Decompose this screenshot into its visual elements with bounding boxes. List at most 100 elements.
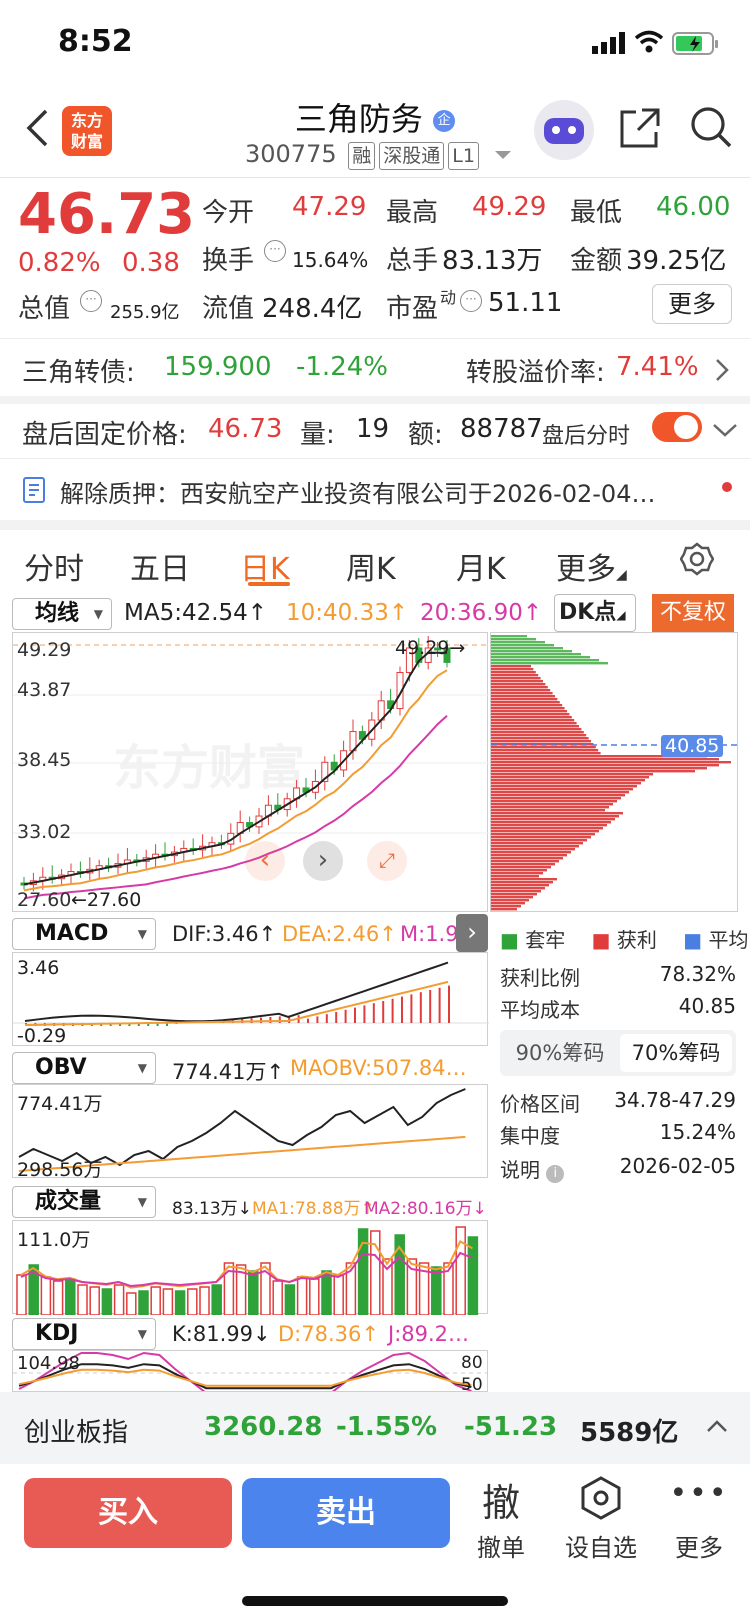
chart-next-icon[interactable]: › — [303, 841, 343, 881]
ma-selector[interactable]: 均线 ▼ — [12, 598, 112, 630]
notice-row[interactable]: 解除质押：西安航空产业投资有限公司于2026-02-04… — [0, 460, 750, 520]
chip-bar — [491, 857, 563, 860]
chip-bar — [491, 785, 637, 788]
y-label: 33.02 — [17, 821, 72, 843]
macd-selector[interactable]: MACD ▼ — [12, 918, 156, 950]
tab-weekly-k[interactable]: 周K — [346, 544, 396, 588]
chip-bar — [491, 719, 575, 722]
share-icon[interactable] — [618, 106, 662, 150]
chip-bar — [491, 908, 517, 911]
macd-bar — [438, 987, 441, 1023]
add-watchlist-button[interactable]: 设自选 — [556, 1472, 646, 1562]
chip-bar — [491, 875, 539, 878]
premium-value: 7.41% — [616, 352, 699, 382]
after-hours-toggle[interactable] — [652, 412, 702, 442]
tag-connect: 深股通 — [379, 142, 445, 170]
chip-bar — [491, 788, 633, 791]
index-name: 创业板指 — [24, 1418, 129, 1448]
float-value: 248.4亿 — [262, 294, 363, 324]
after-hours-timeshare-label: 盘后分时 — [542, 424, 631, 449]
tab-monthly-k[interactable]: 月K — [456, 544, 506, 588]
chip-bar — [491, 662, 608, 665]
chip-bar — [491, 878, 557, 881]
chip-bar — [491, 731, 584, 734]
volume-bar — [162, 1288, 174, 1315]
caret-down-icon — [494, 151, 511, 159]
divider — [0, 338, 750, 339]
last-price: 46.73 — [18, 182, 196, 247]
chip-bar — [491, 824, 607, 827]
volume-bar — [272, 1280, 283, 1315]
no-adjust-button[interactable]: 不复权 — [652, 594, 734, 632]
volume-chart[interactable]: 111.0万 — [12, 1220, 488, 1315]
sell-button[interactable]: 卖出 — [242, 1478, 450, 1548]
more-quote-button[interactable]: 更多 — [652, 284, 732, 324]
volume-bar — [296, 1276, 308, 1315]
chip-bar — [491, 890, 541, 893]
tab-five-day[interactable]: 五日 — [130, 544, 190, 588]
avg-cost-value: 40.85 — [678, 994, 736, 1018]
chevron-up-icon[interactable] — [706, 1418, 728, 1434]
unread-dot — [722, 482, 732, 492]
chip-bar — [491, 830, 599, 833]
info-dots-icon[interactable]: ··· — [264, 240, 286, 262]
collapse-chevron-right-icon[interactable]: › — [456, 914, 488, 952]
kdj-d-line — [18, 1368, 472, 1387]
search-icon[interactable] — [688, 104, 734, 150]
macd-chart[interactable]: 3.46 -0.29 — [12, 952, 489, 1047]
float-value-label: 流值 — [202, 294, 255, 324]
chip-bar — [491, 851, 571, 854]
index-ticker-bar[interactable]: 创业板指 3260.28 -1.55% -51.23 5589亿 — [0, 1392, 750, 1464]
change-amount: 0.38 — [122, 248, 180, 278]
macd-bar — [278, 1016, 281, 1023]
chip-distribution-chart[interactable]: 40.85 — [490, 632, 739, 912]
kdj-selector[interactable]: KDJ ▼ — [12, 1318, 156, 1350]
macd-svg — [13, 961, 489, 1026]
chip-bar — [491, 797, 621, 800]
chip-bar — [491, 722, 577, 725]
obv-selector[interactable]: OBV ▼ — [12, 1052, 156, 1084]
chart-prev-icon[interactable]: ‹ — [245, 841, 285, 881]
bond-change: -1.24% — [296, 352, 388, 382]
after-hours-amt-label: 额: — [408, 420, 443, 450]
chip-bar — [491, 704, 563, 707]
chip-bar — [491, 806, 609, 809]
dk-point-selector[interactable]: DK点◢ — [554, 594, 636, 632]
chip-bar — [491, 764, 719, 767]
chevron-down-icon[interactable] — [712, 422, 738, 438]
y-label: 38.45 — [17, 749, 72, 771]
avg-cost-tag: 40.85 — [661, 735, 724, 757]
buy-button[interactable]: 买入 — [24, 1478, 232, 1548]
chart-expand-icon[interactable]: ⤢ — [367, 841, 407, 881]
chip-bar — [491, 821, 611, 824]
tab-more[interactable]: 更多◢ — [556, 544, 627, 588]
robot-avatar-icon[interactable] — [534, 100, 594, 160]
stock-code-row[interactable]: 300775 融深股通 L1 — [245, 140, 511, 170]
volume-selector[interactable]: 成交量 ▼ — [12, 1186, 156, 1218]
obv-chart[interactable]: 774.41万 298.56万 — [12, 1084, 488, 1181]
macd-bar — [382, 1001, 385, 1023]
chip-bar — [491, 872, 543, 875]
premium-label: 转股溢价率: — [466, 358, 605, 388]
tab-chip-70[interactable]: 70%筹码 — [620, 1034, 732, 1072]
volume-bar — [431, 1266, 442, 1315]
volume-bar — [113, 1284, 125, 1315]
tab-timeshare[interactable]: 分时 — [24, 544, 84, 588]
kdj-80-label: 80 — [461, 1353, 483, 1373]
macd-bar — [344, 1009, 347, 1023]
settings-gear-icon[interactable] — [680, 542, 714, 576]
convertible-bond-row[interactable]: 三角转债: 159.900 -1.24% 转股溢价率: 7.41% — [0, 340, 750, 396]
info-dots-icon[interactable]: ··· — [460, 290, 482, 312]
volume-bar — [138, 1290, 149, 1315]
chip-bar — [491, 659, 599, 662]
candlestick-chart[interactable]: 东方财富 49.29 43.87 38.45 33.02 27.60 49.29… — [12, 632, 489, 912]
chip-bar — [491, 881, 553, 884]
chip-bar — [491, 803, 613, 806]
chip-bar — [491, 794, 625, 797]
chip-bar — [491, 818, 615, 821]
info-dots-icon[interactable]: ··· — [80, 290, 102, 312]
cancel-order-button[interactable]: 撤 撤单 — [456, 1472, 546, 1562]
more-actions-button[interactable]: ••• 更多 — [654, 1472, 744, 1562]
tab-chip-90[interactable]: 90%筹码 — [504, 1034, 616, 1072]
kdj-chart[interactable]: 104.98 80 50 — [12, 1350, 488, 1392]
